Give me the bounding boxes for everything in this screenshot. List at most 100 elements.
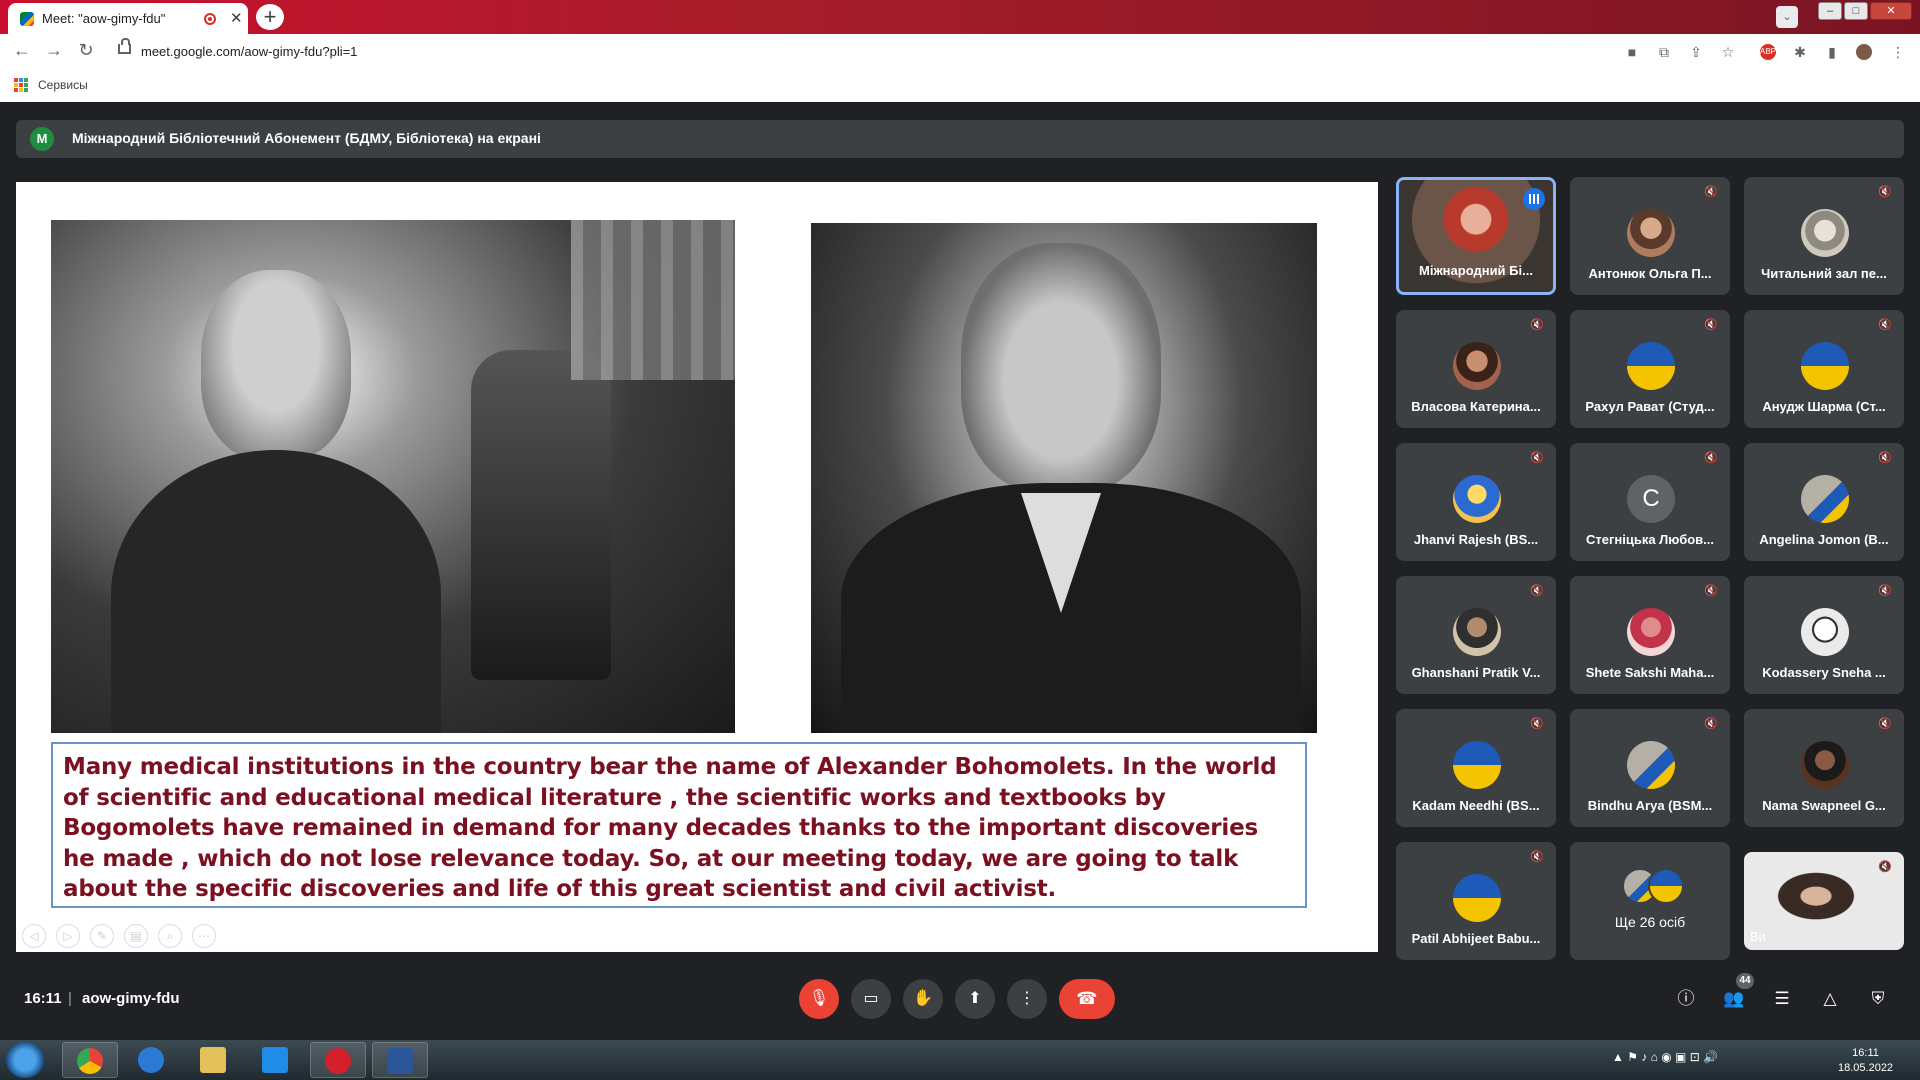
tab-strip xyxy=(0,0,1920,34)
participant-avatar xyxy=(1453,475,1501,523)
more-participants-tile[interactable]: Ще 26 осіб xyxy=(1570,842,1730,960)
more-options-icon[interactable]: ⋯ xyxy=(192,924,216,948)
raise-hand-button[interactable]: ✋ xyxy=(903,979,943,1019)
mic-off-icon: 🔇 xyxy=(1530,718,1544,730)
start-button[interactable] xyxy=(6,1042,44,1078)
lock-icon xyxy=(118,38,131,54)
present-screen-button[interactable]: ⬆ xyxy=(955,979,995,1019)
participant-tile[interactable]: 🔇 Nama Swapneel G... xyxy=(1744,709,1904,827)
activities-button[interactable]: △ xyxy=(1817,986,1843,1012)
bookmark-star-icon[interactable]: ☆ xyxy=(1720,44,1736,60)
bookmark-services[interactable]: Сервисы xyxy=(38,78,88,92)
mic-off-icon: 🔇 xyxy=(1704,585,1718,597)
share-icon[interactable]: ⇪ xyxy=(1688,44,1704,60)
participant-avatar xyxy=(1801,475,1849,523)
side-panel-icon[interactable]: ▮ xyxy=(1824,44,1840,60)
internet-explorer-icon xyxy=(138,1047,164,1073)
participant-tile[interactable]: 🔇 Власова Катерина... xyxy=(1396,310,1556,428)
browser-tab[interactable]: Meet: "aow-gimy-fdu" ✕ xyxy=(8,3,248,34)
mic-off-icon: 🔇 xyxy=(1704,186,1718,198)
portrait-photo-suit xyxy=(811,223,1317,733)
mic-off-icon: 🔇 xyxy=(1704,452,1718,464)
taskbar-word[interactable] xyxy=(372,1042,428,1078)
participant-name: Читальний зал пе... xyxy=(1761,266,1887,281)
participant-tile[interactable]: 🔇 Kadam Needhi (BS... xyxy=(1396,709,1556,827)
opera-icon xyxy=(325,1048,351,1074)
participant-tile[interactable]: 🔇 Анудж Шарма (Ст... xyxy=(1744,310,1904,428)
taskbar-chrome[interactable] xyxy=(62,1042,118,1078)
bookmarks-bar: Сервисы xyxy=(0,70,1920,103)
participant-name: Bindhu Arya (BSM... xyxy=(1587,798,1713,813)
portrait-photo-laboratory xyxy=(51,220,735,733)
more-options-button[interactable]: ⋮ xyxy=(1007,979,1047,1019)
microphone-toggle-button[interactable]: 🎙 xyxy=(799,979,839,1019)
speaking-indicator-icon xyxy=(1523,188,1545,210)
tab-search-button[interactable]: ⌄ xyxy=(1776,6,1798,28)
participant-tile[interactable]: 🔇 Рахул Рават (Студ... xyxy=(1570,310,1730,428)
prev-slide-icon[interactable]: ◁ xyxy=(22,924,46,948)
divider: | xyxy=(68,990,72,1007)
mic-off-icon: 🔇 xyxy=(1878,186,1892,198)
participant-tile[interactable]: 🔇 Bindhu Arya (BSM... xyxy=(1570,709,1730,827)
participant-tile[interactable]: 🔇 Ghanshani Pratik V... xyxy=(1396,576,1556,694)
host-controls-button[interactable]: ⛨ xyxy=(1865,986,1891,1012)
meeting-time: 16:11 xyxy=(24,990,62,1007)
self-view-tile[interactable]: 🔇 Ви xyxy=(1744,852,1904,950)
participant-tile[interactable]: 🔇 Читальний зал пе... xyxy=(1744,177,1904,295)
system-tray-icons[interactable]: ▲ ⚑ ♪ ⌂ ◉ ▣ ⊡ 🔊 xyxy=(1612,1050,1718,1064)
participant-avatar-stack xyxy=(1622,868,1684,904)
mic-off-icon: 🔇 xyxy=(1878,585,1892,597)
taskbar-opera[interactable] xyxy=(310,1042,366,1078)
people-button[interactable]: 👥 xyxy=(1721,986,1747,1012)
apps-grid-icon[interactable] xyxy=(14,78,28,92)
zoom-icon[interactable]: ⌕ xyxy=(158,924,182,948)
close-window-button[interactable]: ✕ xyxy=(1870,2,1912,20)
mic-off-icon: 🔇 xyxy=(1704,718,1718,730)
participant-name: Рахул Рават (Студ... xyxy=(1585,399,1715,414)
participant-tile[interactable]: 🔇 Kodassery Sneha ... xyxy=(1744,576,1904,694)
adblock-icon[interactable]: ABP xyxy=(1760,44,1776,60)
profile-avatar[interactable] xyxy=(1856,44,1872,60)
participant-name: Kodassery Sneha ... xyxy=(1762,665,1886,680)
menu-kebab-icon[interactable]: ⋮ xyxy=(1890,44,1906,60)
camera-icon[interactable]: ■ xyxy=(1624,44,1640,60)
address-bar[interactable]: meet.google.com/aow-gimy-fdu?pli=1 xyxy=(108,38,1568,66)
mic-off-icon: 🔇 xyxy=(1878,452,1892,464)
taskbar-ie[interactable] xyxy=(124,1042,180,1078)
play-icon[interactable]: ▷ xyxy=(56,924,80,948)
close-tab-icon[interactable]: ✕ xyxy=(230,9,243,27)
leave-call-button[interactable]: ☎ xyxy=(1059,979,1115,1019)
chat-button[interactable]: ☰ xyxy=(1769,986,1795,1012)
maximize-button[interactable]: □ xyxy=(1844,2,1868,20)
camera-toggle-button[interactable]: ▭ xyxy=(851,979,891,1019)
minimize-button[interactable]: – xyxy=(1818,2,1842,20)
forward-button[interactable]: → xyxy=(42,40,66,61)
extensions-icon[interactable]: ✱ xyxy=(1792,44,1808,60)
participant-tile[interactable]: 🔇 Jhanvi Rajesh (BS... xyxy=(1396,443,1556,561)
participant-tile[interactable]: 🔇 C Стегніцька Любов... xyxy=(1570,443,1730,561)
system-clock[interactable]: 16:11 18.05.2022 xyxy=(1838,1046,1893,1076)
new-tab-button[interactable]: + xyxy=(256,4,284,30)
more-vert-icon: ⋮ xyxy=(1019,990,1035,1007)
recording-indicator-icon xyxy=(204,13,216,25)
reload-button[interactable]: ↻ xyxy=(74,40,98,61)
participant-tile[interactable]: 🔇 Shete Sakshi Maha... xyxy=(1570,576,1730,694)
participant-tile[interactable]: 🔇 Angelina Jomon (B... xyxy=(1744,443,1904,561)
taskbar-media[interactable] xyxy=(248,1042,304,1078)
translate-icon[interactable]: ⧉ xyxy=(1656,44,1672,60)
participant-tile[interactable]: 🔇 Patil Abhijeet Babu... xyxy=(1396,842,1556,960)
presentation-banner: M Міжнародний Бібліотечний Абонемент (БД… xyxy=(16,120,1904,158)
chrome-icon xyxy=(77,1048,103,1074)
participant-name: Angelina Jomon (B... xyxy=(1759,532,1889,547)
word-icon xyxy=(387,1048,413,1074)
participant-avatar xyxy=(1801,741,1849,789)
slides-icon[interactable]: ▤ xyxy=(124,924,148,948)
tab-title: Meet: "aow-gimy-fdu" xyxy=(42,11,166,26)
participant-avatar xyxy=(1801,342,1849,390)
participant-tile[interactable]: 🔇 Антонюк Ольга П... xyxy=(1570,177,1730,295)
participant-tile-presenter[interactable]: Міжнародний Бі... xyxy=(1396,177,1556,295)
back-button[interactable]: ← xyxy=(10,40,34,61)
taskbar-explorer[interactable] xyxy=(186,1042,242,1078)
pen-icon[interactable]: ✎ xyxy=(90,924,114,948)
meeting-details-button[interactable]: ⓘ xyxy=(1673,986,1699,1012)
